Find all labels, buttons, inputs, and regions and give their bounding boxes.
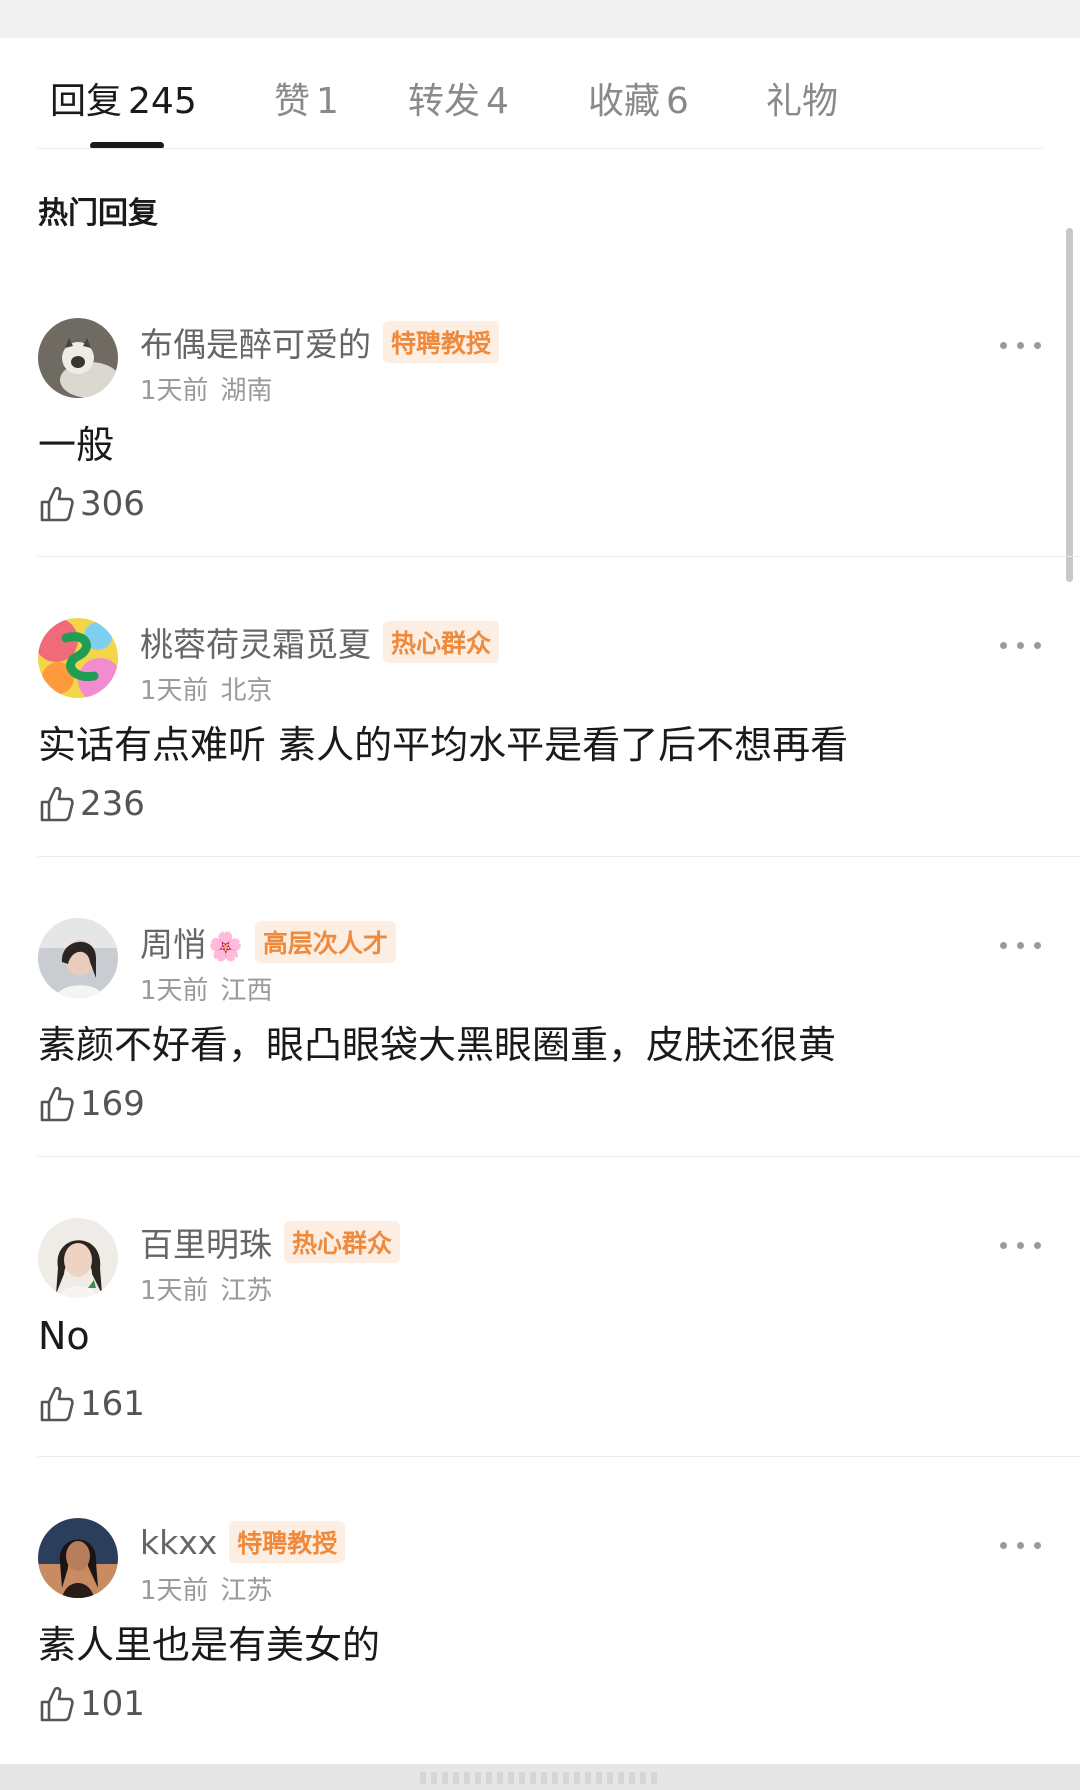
tab-label: 收藏 <box>588 81 661 122</box>
avatar[interactable] <box>38 918 118 998</box>
watermark <box>420 1772 660 1784</box>
like-count: 236 <box>80 784 145 824</box>
more-dots-icon[interactable] <box>1000 938 1042 952</box>
user-badge: 热心群众 <box>383 621 500 663</box>
tab-reposts[interactable]: 转发 4 <box>408 72 509 124</box>
username[interactable]: 百里明珠 <box>140 1218 272 1266</box>
comment-location: 江西 <box>220 976 273 1006</box>
like-button[interactable]: 161 <box>38 1384 145 1424</box>
user-badge: 热心群众 <box>284 1221 401 1263</box>
more-dots-icon[interactable] <box>1000 1238 1042 1252</box>
username-row: kkxx 特聘教授 <box>140 1520 346 1564</box>
like-count: 101 <box>80 1684 145 1724</box>
comment-text: No <box>38 1314 90 1358</box>
cherry-blossom-icon: 🌸 <box>208 930 243 963</box>
more-dots-icon[interactable] <box>1000 338 1042 352</box>
username-row: 布偶是醉可爱的 特聘教授 <box>140 318 500 366</box>
comment-location: 江苏 <box>220 1276 273 1306</box>
thumbs-up-icon <box>40 1686 74 1722</box>
tab-label: 转发 <box>408 81 481 122</box>
tab-replies[interactable]: 回复 245 <box>50 72 197 124</box>
comment-text: 一般 <box>38 423 115 467</box>
username-row: 周悄🌸 高层次人才 <box>140 920 396 964</box>
username-row: 百里明珠 热心群众 <box>140 1218 401 1266</box>
user-badge: 高层次人才 <box>254 921 396 963</box>
tab-label: 回复 <box>50 81 123 122</box>
comment-divider <box>38 1156 1080 1157</box>
more-dots-icon[interactable] <box>1000 1538 1042 1552</box>
tab-label: 赞 <box>274 81 311 122</box>
tab-likes[interactable]: 赞1 <box>274 72 339 124</box>
username[interactable]: 周悄🌸 <box>140 918 243 966</box>
comment-divider <box>38 556 1080 557</box>
avatar[interactable] <box>38 1518 118 1598</box>
comment-time: 1天前 <box>140 676 209 706</box>
like-button[interactable]: 169 <box>38 1084 145 1124</box>
comment-divider <box>38 856 1080 857</box>
thumbs-up-icon <box>40 786 74 822</box>
more-dots-icon[interactable] <box>1000 638 1042 652</box>
comment-time: 1天前 <box>140 976 209 1006</box>
comment-text: 素颜不好看，眼凸眼袋大黑眼圈重，皮肤还很黄 <box>38 1023 837 1067</box>
comments-card: 回复 245 赞1 转发 4 收藏 6 礼物 热门回复 布偶是醉可爱的 特聘教授 1天… <box>0 38 1080 1764</box>
tab-count: 245 <box>128 81 197 122</box>
comment-item: 百里明珠 热心群众 1天前 江苏 No 161 <box>0 1198 1080 1498</box>
comment-location: 北京 <box>220 676 273 706</box>
username[interactable]: 桃蓉荷灵霜觅夏 <box>140 618 371 666</box>
like-button[interactable]: 236 <box>38 784 145 824</box>
tab-divider <box>38 148 1042 149</box>
comment-item: kkxx 特聘教授 1天前 江苏 素人里也是有美女的 101 <box>0 1498 1080 1764</box>
tab-bar: 回复 245 赞1 转发 4 收藏 6 礼物 <box>0 38 1080 149</box>
user-badge: 特聘教授 <box>383 321 500 363</box>
tab-count: 6 <box>666 81 689 122</box>
like-button[interactable]: 306 <box>38 484 145 524</box>
username-row: 桃蓉荷灵霜觅夏 热心群众 <box>140 618 500 666</box>
tab-label: 礼物 <box>766 81 839 122</box>
like-count: 161 <box>80 1384 145 1424</box>
thumbs-up-icon <box>40 1386 74 1422</box>
avatar[interactable] <box>38 318 118 398</box>
top-strip <box>0 0 1080 38</box>
thumbs-up-icon <box>40 486 74 522</box>
comment-location: 江苏 <box>220 1576 273 1606</box>
hot-replies-title: 热门回复 <box>38 196 158 231</box>
comment-item: 周悄🌸 高层次人才 1天前 江西 素颜不好看，眼凸眼袋大黑眼圈重，皮肤还很黄 16… <box>0 898 1080 1198</box>
username[interactable]: 布偶是醉可爱的 <box>140 318 371 366</box>
tab-gifts[interactable]: 礼物 <box>766 72 844 124</box>
comment-time: 1天前 <box>140 376 209 406</box>
comment-meta: 1天前 江西 <box>140 970 273 1007</box>
comment-item: 桃蓉荷灵霜觅夏 热心群众 1天前 北京 实话有点难听 素人的平均水平是看了后不想再… <box>0 598 1080 898</box>
comment-meta: 1天前 北京 <box>140 670 273 707</box>
username[interactable]: kkxx <box>140 1523 217 1562</box>
comment-meta: 1天前 江苏 <box>140 1570 273 1607</box>
comment-divider <box>38 1456 1080 1457</box>
comment-text: 实话有点难听 素人的平均水平是看了后不想再看 <box>38 723 849 767</box>
like-count: 169 <box>80 1084 145 1124</box>
comment-location: 湖南 <box>220 376 273 406</box>
comment-meta: 1天前 江苏 <box>140 1270 273 1307</box>
tab-count: 4 <box>486 81 509 122</box>
like-button[interactable]: 101 <box>38 1684 145 1724</box>
comment-time: 1天前 <box>140 1576 209 1606</box>
avatar[interactable] <box>38 618 118 698</box>
comment-text: 素人里也是有美女的 <box>38 1623 381 1667</box>
avatar[interactable] <box>38 1218 118 1298</box>
username-text: 周悄 <box>140 925 206 964</box>
comment-meta: 1天前 湖南 <box>140 370 273 407</box>
user-badge: 特聘教授 <box>229 1521 346 1563</box>
tab-favorites[interactable]: 收藏 6 <box>588 72 689 124</box>
comment-item: 布偶是醉可爱的 特聘教授 1天前 湖南 一般 306 <box>0 298 1080 598</box>
tab-count: 1 <box>316 81 339 122</box>
thumbs-up-icon <box>40 1086 74 1122</box>
like-count: 306 <box>80 484 145 524</box>
comment-time: 1天前 <box>140 1276 209 1306</box>
